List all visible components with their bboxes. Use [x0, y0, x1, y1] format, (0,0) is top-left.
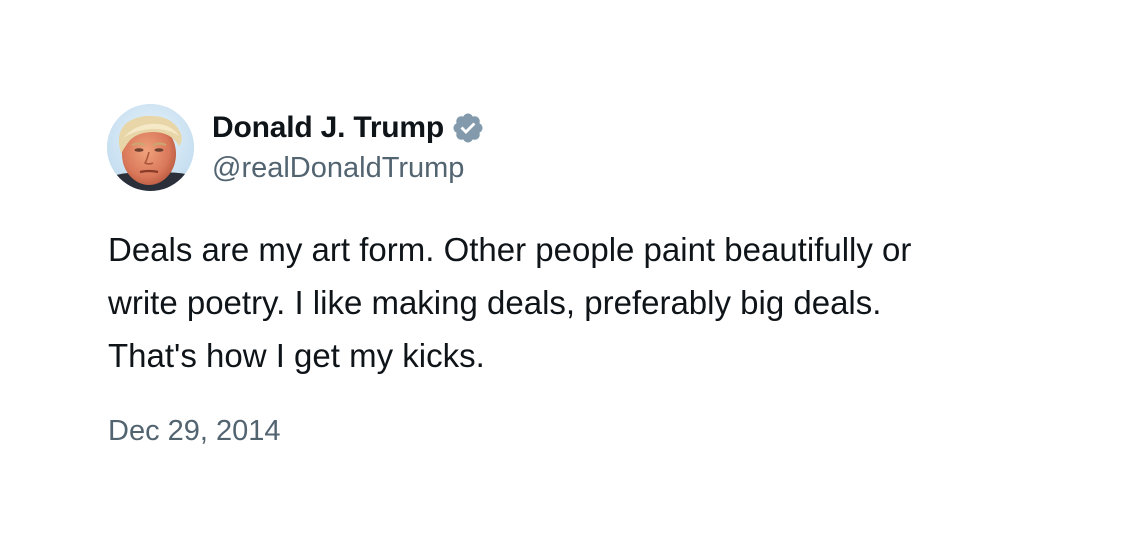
- author-name-row: Donald J. Trump: [212, 108, 485, 148]
- author-handle[interactable]: @realDonaldTrump: [212, 152, 464, 185]
- avatar-photo-icon: [107, 104, 194, 191]
- tweet-date[interactable]: Dec 29, 2014: [108, 415, 281, 448]
- tweet-text-line: Deals are my art form. Other people pain…: [108, 231, 912, 268]
- author-display-name[interactable]: Donald J. Trump: [212, 111, 444, 145]
- tweet-card: Donald J. Trump @realDonaldTrump Deals a…: [0, 0, 1147, 558]
- tweet-text-line: That's how I get my kicks.: [108, 337, 485, 374]
- tweet-text-line: write poetry. I like making deals, prefe…: [108, 284, 882, 321]
- tweet-text: Deals are my art form. Other people pain…: [108, 223, 1088, 382]
- verified-badge-icon[interactable]: [451, 111, 485, 145]
- author-avatar[interactable]: [107, 104, 194, 191]
